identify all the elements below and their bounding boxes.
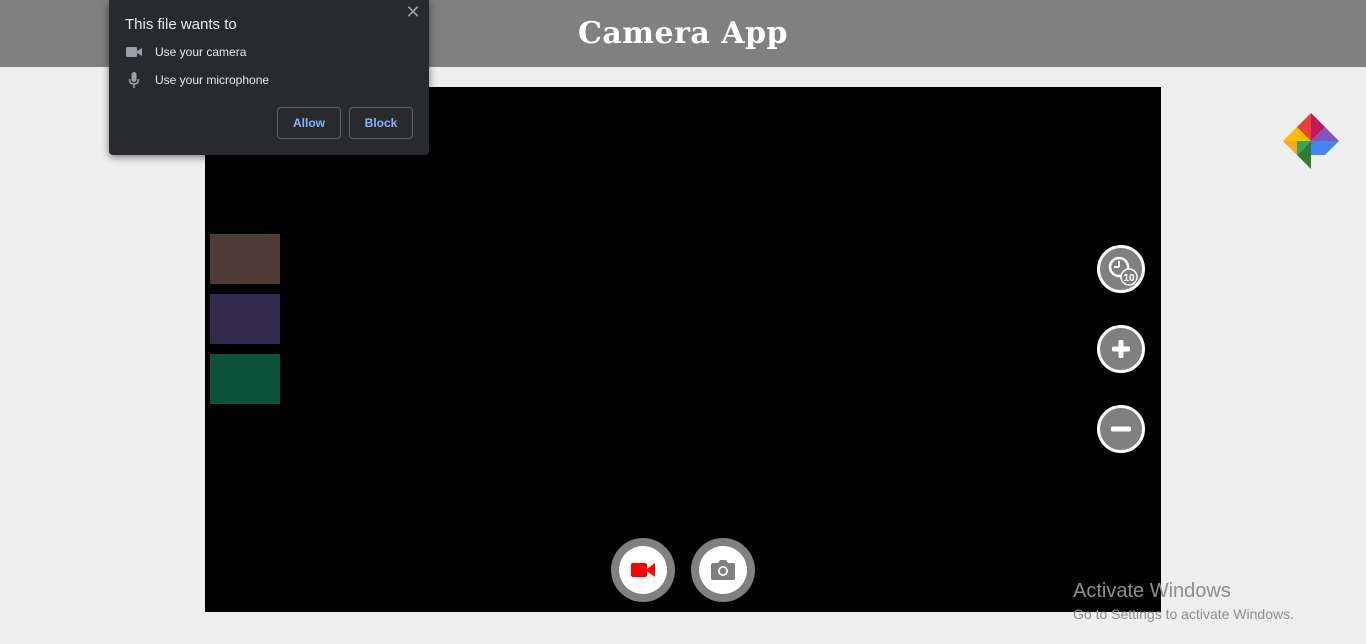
page-title: Camera App	[577, 16, 789, 51]
timer-icon: 10	[1108, 256, 1138, 286]
allow-button[interactable]: Allow	[277, 107, 341, 139]
block-button[interactable]: Block	[349, 107, 413, 139]
zoom-in-button[interactable]	[1097, 325, 1145, 373]
watermark-subtitle: Go to Settings to activate Windows.	[1073, 606, 1294, 622]
timer-badge: 10	[1123, 273, 1135, 284]
permission-microphone-label: Use your microphone	[155, 73, 270, 87]
permission-microphone: Use your microphone	[125, 70, 269, 90]
gallery-pinwheel-icon[interactable]	[1282, 111, 1340, 171]
filter-swatch-brown[interactable]	[210, 234, 280, 284]
video-camera-icon	[125, 43, 143, 61]
permission-popup: This file wants to ✕ Use your camera Use…	[109, 0, 429, 155]
record-button[interactable]	[611, 538, 675, 602]
plus-icon	[1112, 340, 1130, 358]
video-camera-icon	[631, 563, 655, 577]
popup-title: This file wants to	[125, 16, 237, 33]
minus-icon	[1111, 426, 1131, 432]
microphone-icon	[125, 71, 143, 89]
filter-swatch-purple[interactable]	[210, 294, 280, 344]
watermark-title: Activate Windows	[1073, 580, 1231, 602]
zoom-out-button[interactable]	[1097, 405, 1145, 453]
permission-camera: Use your camera	[125, 42, 246, 62]
capture-button[interactable]	[691, 538, 755, 602]
activate-windows-watermark: Activate Windows Go to Settings to activ…	[1073, 580, 1294, 622]
camera-icon	[711, 560, 735, 580]
timer-button[interactable]: 10	[1097, 245, 1145, 293]
close-icon[interactable]: ✕	[405, 3, 421, 21]
permission-camera-label: Use your camera	[155, 45, 247, 59]
camera-preview: 10	[205, 87, 1161, 612]
filter-swatch-green[interactable]	[210, 354, 280, 404]
